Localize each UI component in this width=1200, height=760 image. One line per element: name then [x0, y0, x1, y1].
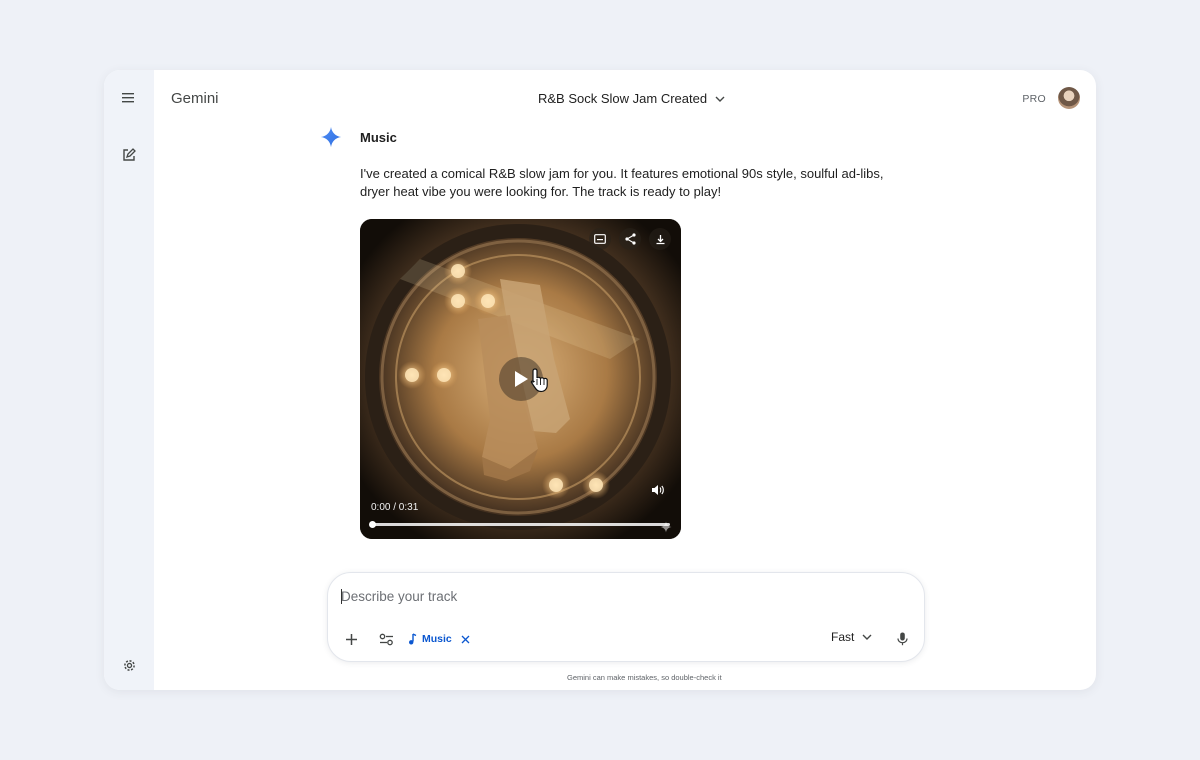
side-rail [104, 70, 154, 690]
add-icon[interactable] [340, 628, 362, 650]
response-text: I've created a comical R&B slow jam for … [360, 166, 884, 199]
menu-icon[interactable] [117, 86, 141, 110]
prompt-composer: Music Fast [327, 572, 925, 662]
share-icon[interactable] [619, 228, 641, 250]
conversation-title-dropdown[interactable]: R&B Sock Slow Jam Created [538, 91, 725, 106]
chevron-down-icon [715, 96, 725, 102]
settings-icon[interactable] [117, 653, 141, 677]
progress-thumb[interactable] [369, 521, 376, 528]
gemini-spark-icon [320, 126, 342, 148]
new-chat-icon[interactable] [117, 143, 141, 167]
avatar[interactable] [1058, 87, 1080, 109]
mode-selector[interactable]: Fast [831, 630, 872, 644]
disclaimer-text: Gemini can make mistakes, so double-chec… [567, 673, 722, 682]
response-tool-label: Music [360, 130, 397, 145]
main-panel: Gemini R&B Sock Slow Jam Created PRO Mus… [154, 70, 1096, 690]
microphone-icon[interactable] [891, 628, 913, 650]
remove-chip-icon[interactable] [461, 635, 470, 644]
music-note-icon [409, 633, 417, 645]
progress-track[interactable] [372, 523, 670, 526]
pointer-cursor-icon [530, 368, 548, 393]
chevron-down-icon [862, 634, 872, 640]
app-window: Gemini R&B Sock Slow Jam Created PRO Mus… [104, 70, 1096, 690]
app-name: Gemini [171, 90, 219, 107]
music-player: 0:00 / 0:31 [360, 219, 681, 539]
volume-icon[interactable] [648, 481, 666, 499]
prompt-input[interactable] [341, 586, 901, 606]
sparkle-watermark-icon [660, 521, 672, 533]
tool-chip-label: Music [422, 633, 452, 645]
mode-label: Fast [831, 630, 855, 644]
conversation-title: R&B Sock Slow Jam Created [538, 91, 708, 106]
music-tool-chip[interactable]: Music [408, 630, 470, 648]
tools-icon[interactable] [375, 628, 397, 650]
play-icon [515, 371, 528, 387]
text-caret [341, 589, 342, 604]
captions-icon[interactable] [589, 228, 611, 250]
download-icon[interactable] [649, 228, 671, 250]
playback-time: 0:00 / 0:31 [371, 502, 419, 513]
plan-badge: PRO [1022, 93, 1046, 105]
